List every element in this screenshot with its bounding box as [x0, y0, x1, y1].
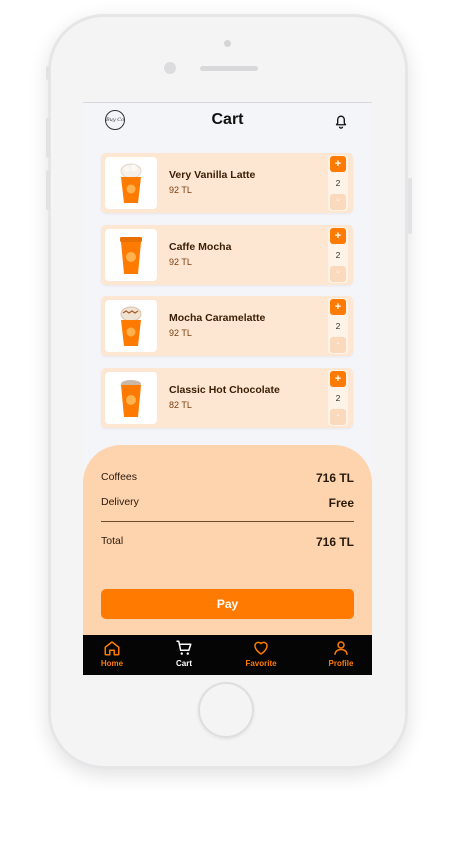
cart-item[interactable]: Classic Hot Chocolate 82 TL + 2 - — [101, 367, 353, 428]
product-image — [105, 228, 157, 281]
product-image — [105, 300, 157, 352]
product-image — [105, 157, 157, 209]
quantity-value: 2 — [335, 178, 341, 188]
cart-icon — [176, 640, 192, 655]
nav-item-cart[interactable]: Cart — [154, 639, 214, 668]
quantity-stepper: + 2 - — [328, 369, 348, 426]
bottom-nav: Home Cart Favorite Profile — [83, 635, 372, 675]
mute-switch — [46, 66, 50, 80]
increase-button[interactable]: + — [330, 156, 346, 172]
decrease-button[interactable]: - — [330, 194, 346, 210]
user-icon — [334, 641, 348, 655]
decrease-button[interactable]: - — [330, 408, 346, 425]
quantity-value: 2 — [335, 249, 341, 260]
hot-cup-icon — [120, 236, 142, 274]
increase-button[interactable]: + — [330, 227, 346, 244]
cart-item[interactable]: Very Vanilla Latte 92 TL + 2 - — [101, 153, 353, 213]
app-screen: Buy Coffee Cart Very Vanilla Latte 92 TL… — [83, 102, 372, 675]
increase-button[interactable]: + — [330, 370, 346, 387]
nav-item-profile[interactable]: Profile — [311, 639, 371, 668]
front-camera — [164, 62, 176, 74]
iced-cup-icon — [120, 163, 142, 203]
item-name: Caffe Mocha — [169, 240, 232, 253]
quantity-value: 2 — [335, 321, 341, 331]
total-label: Total — [101, 535, 124, 547]
proximity-sensor — [224, 40, 231, 47]
product-image — [105, 371, 157, 424]
nav-item-home[interactable]: Home — [83, 639, 142, 668]
nav-label-favorite: Favorite — [245, 659, 277, 668]
volume-up-button — [46, 118, 50, 158]
item-name: Very Vanilla Latte — [169, 169, 256, 181]
item-price: 82 TL — [169, 399, 192, 410]
home-button[interactable] — [198, 682, 254, 738]
cart-item[interactable]: Mocha Caramelatte 92 TL + 2 - — [101, 296, 353, 356]
coffees-value: 716 TL — [315, 471, 354, 485]
nav-label-cart: Cart — [175, 659, 192, 668]
cart-item[interactable]: Caffe Mocha 92 TL + 2 - — [101, 224, 353, 285]
pay-button[interactable]: Pay — [101, 589, 354, 619]
quantity-stepper: + 2 - — [328, 298, 348, 354]
increase-button[interactable]: + — [330, 299, 346, 315]
delivery-label: Delivery — [101, 496, 139, 508]
item-price: 92 TL — [169, 256, 192, 267]
coffees-label: Coffees — [101, 471, 137, 483]
cart-list: Very Vanilla Latte 92 TL + 2 - Caffe Moc… — [101, 153, 353, 439]
caramel-cup-icon — [120, 306, 142, 346]
header: Buy Coffee Cart — [83, 103, 372, 139]
summary-divider — [101, 521, 354, 522]
item-name: Mocha Caramelatte — [169, 312, 266, 324]
bell-icon[interactable] — [332, 111, 350, 131]
earpiece-speaker — [200, 66, 258, 71]
quantity-value: 2 — [335, 392, 341, 403]
heart-icon — [254, 641, 268, 655]
delivery-value: Free — [328, 496, 354, 510]
nav-item-favorite[interactable]: Favorite — [231, 639, 291, 668]
item-price: 92 TL — [169, 328, 192, 338]
decrease-button[interactable]: - — [330, 337, 346, 353]
quantity-stepper: + 2 - — [328, 155, 348, 211]
item-name: Classic Hot Chocolate — [169, 383, 280, 396]
decrease-button[interactable]: - — [330, 265, 346, 282]
power-button — [408, 178, 412, 234]
item-price: 92 TL — [169, 185, 192, 195]
page-title: Cart — [211, 111, 244, 128]
home-icon — [104, 641, 120, 656]
hot-chocolate-cup-icon — [121, 379, 141, 417]
volume-down-button — [46, 170, 50, 210]
quantity-stepper: + 2 - — [328, 226, 348, 283]
nav-label-profile: Profile — [328, 659, 354, 668]
total-value: 716 TL — [315, 535, 354, 549]
nav-label-home: Home — [100, 659, 124, 668]
